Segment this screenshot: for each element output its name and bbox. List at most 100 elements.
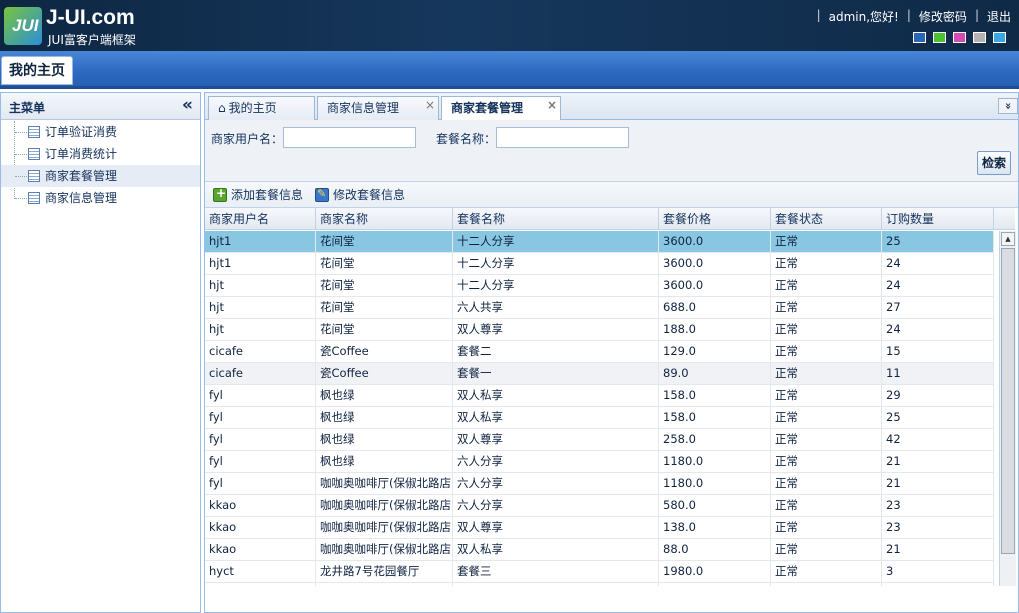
table-cell: hyct <box>205 583 316 586</box>
table-row[interactable]: fyl 枫也绿 六人分享 1180.0 正常 21 <box>205 451 994 473</box>
table-icon <box>28 148 40 160</box>
close-icon[interactable]: × <box>425 94 435 116</box>
column-header[interactable]: 套餐状态 <box>771 208 882 230</box>
sidebar-item-label: 商家套餐管理 <box>45 169 118 183</box>
navbar: 我的主页 <box>0 51 1019 89</box>
table-row[interactable]: kkao 咖咖奥咖啡厅(保俶北路店) 双人尊享 138.0 正常 23 <box>205 517 994 539</box>
table-row[interactable]: cicafe 瓷Coffee 套餐二 129.0 正常 15 <box>205 341 994 363</box>
table-row[interactable]: hjt 花间堂 双人尊享 188.0 正常 24 <box>205 319 994 341</box>
table-cell: 十二人分享 <box>453 275 659 296</box>
main-panel: ⌂ 我的主页 商家信息管理 × 商家套餐管理 × » 商家用户名： 套餐名称： 检… <box>204 92 1019 613</box>
table-cell: 花间堂 <box>316 319 453 340</box>
sidebar-item-order-stats[interactable]: 订单消费统计 <box>1 143 200 165</box>
table-cell: 25 <box>882 407 994 428</box>
sidebar-item-package-manage[interactable]: 商家套餐管理 <box>1 165 200 187</box>
logo-title: J-UI.com <box>46 6 135 29</box>
package-name-input[interactable] <box>496 127 629 148</box>
table-cell: 枫也绿 <box>316 385 453 406</box>
close-icon[interactable]: × <box>547 94 557 116</box>
chevron-down-icon[interactable]: » <box>998 98 1018 114</box>
change-password-link[interactable]: 修改密码 <box>919 8 967 25</box>
table-row[interactable]: kkao 咖咖奥咖啡厅(保俶北路店) 六人分享 580.0 正常 23 <box>205 495 994 517</box>
theme-swatch[interactable] <box>993 32 1006 43</box>
column-header[interactable]: 套餐价格 <box>659 208 771 230</box>
table-cell: 六人共享 <box>453 297 659 318</box>
table-cell: 正常 <box>771 341 882 362</box>
table-cell: 六人分享 <box>453 451 659 472</box>
table-row[interactable]: fyl 枫也绿 双人私享 158.0 正常 25 <box>205 407 994 429</box>
table-row[interactable]: hjt1 花间堂 十二人分享 3600.0 正常 25 <box>205 231 994 253</box>
table-cell: 枫也绿 <box>316 407 453 428</box>
table-cell: 580.0 <box>659 495 771 516</box>
table-cell: 23 <box>882 517 994 538</box>
scroll-thumb[interactable] <box>1001 248 1015 554</box>
search-button[interactable]: 检索 <box>977 151 1011 175</box>
table-cell: 11 <box>882 363 994 384</box>
tab-merchant-info[interactable]: 商家信息管理 × <box>317 96 439 120</box>
table-row[interactable]: hjt 花间堂 十二人分享 3600.0 正常 24 <box>205 275 994 297</box>
table-cell: 双人私享 <box>453 407 659 428</box>
table-row[interactable]: hjt1 花间堂 十二人分享 3600.0 正常 24 <box>205 253 994 275</box>
table-row[interactable]: fyl 枫也绿 双人私享 158.0 正常 29 <box>205 385 994 407</box>
logo-mark: JUI <box>4 7 42 45</box>
table-row[interactable]: hjt 花间堂 六人共享 688.0 正常 27 <box>205 297 994 319</box>
table-cell: 3 <box>882 561 994 582</box>
vertical-scrollbar[interactable]: ▲ <box>999 231 1016 586</box>
table-row[interactable]: cicafe 瓷Coffee 套餐一 89.0 正常 11 <box>205 363 994 385</box>
table-cell: 21 <box>882 451 994 472</box>
tab-package-manage[interactable]: 商家套餐管理 × <box>441 96 561 121</box>
table-cell: 咖咖奥咖啡厅(保俶北路店) <box>316 495 453 516</box>
scroll-up-icon[interactable]: ▲ <box>1001 232 1015 246</box>
table-row[interactable]: kkao 咖咖奥咖啡厅(保俶北路店) 双人私享 88.0 正常 21 <box>205 539 994 561</box>
logout-link[interactable]: 退出 <box>987 8 1011 25</box>
table-cell: 158.0 <box>659 407 771 428</box>
sidebar: 主菜单 « 订单验证消费 订单消费统计 商家套餐管理 商家信息管理 <box>0 92 201 613</box>
merchant-username-input[interactable] <box>283 127 416 148</box>
table-cell: 正常 <box>771 385 882 406</box>
table-row[interactable]: fyl 咖咖奥咖啡厅(保俶北路店) 六人分享 1180.0 正常 21 <box>205 473 994 495</box>
table-cell: 正常 <box>771 517 882 538</box>
add-icon <box>213 186 227 202</box>
sidebar-item-order-verify[interactable]: 订单验证消费 <box>1 121 200 143</box>
table-row[interactable]: hyct龙井路7号花园餐厅套餐二480.0正常33 <box>205 583 994 586</box>
menu-tree: 订单验证消费 订单消费统计 商家套餐管理 商家信息管理 <box>1 120 200 209</box>
logo: JUI J-UI.com JUI富客户端框架 <box>4 6 154 47</box>
column-header[interactable]: 订购数量 <box>882 208 994 230</box>
table-row[interactable]: hyct 龙井路7号花园餐厅 套餐三 1980.0 正常 3 <box>205 561 994 583</box>
edit-package-button[interactable]: 修改套餐信息 <box>313 186 405 204</box>
theme-swatch[interactable] <box>913 32 926 43</box>
theme-swatch[interactable] <box>953 32 966 43</box>
collapse-sidebar-icon[interactable]: « <box>182 95 193 115</box>
table-row[interactable]: fyl 枫也绿 双人尊享 258.0 正常 42 <box>205 429 994 451</box>
table-cell: 龙井路7号花园餐厅 <box>316 561 453 582</box>
table-cell: 花间堂 <box>316 297 453 318</box>
table-cell: 龙井路7号花园餐厅 <box>316 583 453 586</box>
app-header: JUI J-UI.com JUI富客户端框架 | admin,您好! | 修改密… <box>0 0 1019 51</box>
top-links: | admin,您好! | 修改密码 | 退出 <box>809 8 1011 25</box>
table-cell: fyl <box>205 407 316 428</box>
table-cell: 套餐二 <box>453 583 659 586</box>
table-cell: 158.0 <box>659 385 771 406</box>
table-cell: 24 <box>882 253 994 274</box>
tab-home[interactable]: ⌂ 我的主页 <box>208 96 315 120</box>
table-cell: 23 <box>882 495 994 516</box>
home-nav-tab[interactable]: 我的主页 <box>1 56 73 85</box>
logo-subtitle: JUI富客户端框架 <box>48 33 136 47</box>
table-cell: 正常 <box>771 407 882 428</box>
sidebar-item-merchant-manage[interactable]: 商家信息管理 <box>1 187 200 209</box>
column-header[interactable]: 商家名称 <box>316 208 453 230</box>
table-cell: 双人尊享 <box>453 517 659 538</box>
table-cell: fyl <box>205 429 316 450</box>
table-cell: 188.0 <box>659 319 771 340</box>
add-package-button[interactable]: 添加套餐信息 <box>211 186 303 204</box>
tab-bar: ⌂ 我的主页 商家信息管理 × 商家套餐管理 × » <box>205 93 1018 121</box>
theme-swatch[interactable] <box>973 32 986 43</box>
table-icon <box>28 170 40 182</box>
table-cell: 3600.0 <box>659 231 771 252</box>
table-cell: 正常 <box>771 231 882 252</box>
table-cell: 正常 <box>771 319 882 340</box>
table-cell: 21 <box>882 473 994 494</box>
column-header[interactable]: 套餐名称 <box>453 208 659 230</box>
column-header[interactable]: 商家用户名 <box>205 208 316 230</box>
theme-swatch[interactable] <box>933 32 946 43</box>
